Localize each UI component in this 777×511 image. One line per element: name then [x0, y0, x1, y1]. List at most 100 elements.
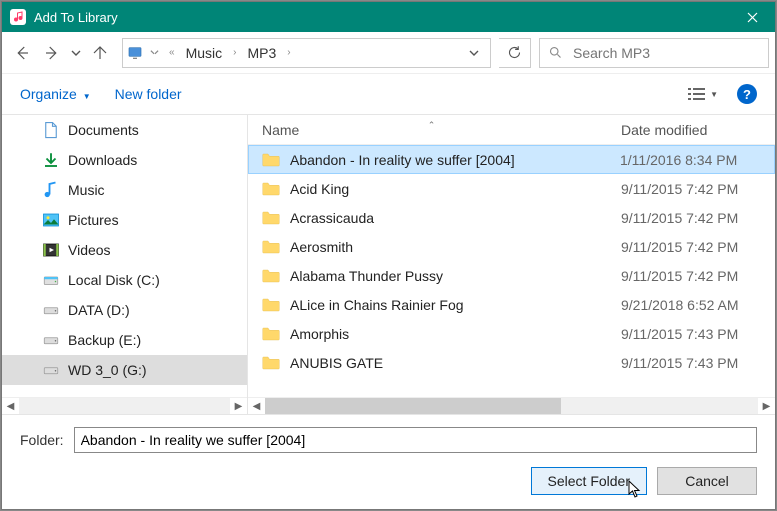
- tree-item-disk_g[interactable]: WD 3_0 (G:): [2, 355, 247, 385]
- tree-item-label: Pictures: [68, 212, 119, 228]
- tree-item-label: DATA (D:): [68, 302, 130, 318]
- tree-item-disk_e[interactable]: Backup (E:): [2, 325, 247, 355]
- tree-item-label: Backup (E:): [68, 332, 141, 348]
- organize-menu[interactable]: Organize ▼: [20, 86, 91, 102]
- file-row[interactable]: Acrassicauda9/11/2015 7:42 PM: [248, 203, 775, 232]
- file-date: 9/11/2015 7:43 PM: [615, 326, 775, 342]
- tree-item-label: Music: [68, 182, 105, 198]
- file-row[interactable]: Alabama Thunder Pussy9/11/2015 7:42 PM: [248, 261, 775, 290]
- up-button[interactable]: [86, 39, 114, 67]
- view-mode-button[interactable]: ▼: [683, 84, 723, 104]
- address-bar[interactable]: « Music › MP3 ›: [122, 38, 491, 68]
- column-name[interactable]: ⌃ Name: [248, 122, 615, 138]
- search-icon: [548, 45, 563, 60]
- pc-icon: [127, 45, 143, 61]
- file-name: Abandon - In reality we suffer [2004]: [290, 152, 614, 168]
- file-date: 1/11/2016 8:34 PM: [614, 152, 774, 168]
- file-name: Aerosmith: [290, 239, 615, 255]
- address-dropdown[interactable]: [462, 48, 486, 58]
- file-date: 9/11/2015 7:43 PM: [615, 355, 775, 371]
- chevron-right-icon[interactable]: ›: [230, 47, 239, 58]
- folder-input[interactable]: [74, 427, 757, 453]
- file-row[interactable]: Acid King9/11/2015 7:42 PM: [248, 174, 775, 203]
- list-header: ⌃ Name Date modified: [248, 115, 775, 145]
- tree-item-documents[interactable]: Documents: [2, 115, 247, 145]
- search-box[interactable]: [539, 38, 769, 68]
- toolbar: Organize ▼ New folder ▼ ?: [2, 74, 775, 114]
- cursor-icon: [628, 480, 642, 498]
- folder-icon: [262, 153, 290, 167]
- file-list: ⌃ Name Date modified Abandon - In realit…: [248, 115, 775, 414]
- file-row[interactable]: Aerosmith9/11/2015 7:42 PM: [248, 232, 775, 261]
- pic-icon: [42, 211, 60, 229]
- breadcrumb-music[interactable]: Music: [182, 43, 227, 63]
- file-name: ANUBIS GATE: [290, 355, 615, 371]
- file-row[interactable]: Abandon - In reality we suffer [2004]1/1…: [248, 145, 775, 174]
- window-title: Add To Library: [34, 10, 730, 25]
- close-button[interactable]: [730, 2, 775, 32]
- drive-icon: [42, 361, 60, 379]
- disk-icon: [42, 271, 60, 289]
- cancel-button[interactable]: Cancel: [657, 467, 757, 495]
- folder-icon: [262, 269, 290, 283]
- tree-item-disk_d[interactable]: DATA (D:): [2, 295, 247, 325]
- breadcrumb-mp3[interactable]: MP3: [243, 43, 280, 63]
- chevron-icon[interactable]: «: [166, 47, 178, 58]
- tree-item-videos[interactable]: Videos: [2, 235, 247, 265]
- sort-asc-icon: ⌃: [428, 120, 436, 131]
- folder-icon: [262, 298, 290, 312]
- vid-icon: [42, 241, 60, 259]
- file-name: Alabama Thunder Pussy: [290, 268, 615, 284]
- refresh-button[interactable]: [499, 38, 531, 68]
- nav-tree: Documents Downloads Music Pictures Videos Loc…: [2, 115, 247, 414]
- tree-item-label: Local Disk (C:): [68, 272, 160, 288]
- app-icon: [10, 9, 26, 25]
- file-name: Acid King: [290, 181, 615, 197]
- tree-item-downloads[interactable]: Downloads: [2, 145, 247, 175]
- tree-item-label: Downloads: [68, 152, 137, 168]
- down-icon: [42, 151, 60, 169]
- dialog-footer: Folder: Select Folder Cancel: [2, 414, 775, 509]
- file-date: 9/11/2015 7:42 PM: [615, 268, 775, 284]
- forward-button[interactable]: [38, 39, 66, 67]
- folder-icon: [262, 356, 290, 370]
- chevron-icon[interactable]: [147, 48, 162, 57]
- help-button[interactable]: ?: [737, 84, 757, 104]
- file-date: 9/21/2018 6:52 AM: [615, 297, 775, 313]
- chevron-right-icon[interactable]: ›: [284, 47, 293, 58]
- history-dropdown[interactable]: [68, 39, 84, 67]
- doc-icon: [42, 121, 60, 139]
- folder-icon: [262, 327, 290, 341]
- tree-item-label: Videos: [68, 242, 111, 258]
- drive-icon: [42, 301, 60, 319]
- folder-label: Folder:: [20, 432, 64, 448]
- button-row: Select Folder Cancel: [20, 467, 757, 495]
- tree-scrollbar[interactable]: ◀▶: [2, 397, 247, 414]
- title-bar: Add To Library: [2, 2, 775, 32]
- folder-icon: [262, 240, 290, 254]
- folder-icon: [262, 211, 290, 225]
- list-scrollbar[interactable]: ◀▶: [248, 397, 775, 414]
- dialog-window: Add To Library « Music › MP3: [1, 1, 776, 510]
- new-folder-button[interactable]: New folder: [115, 86, 182, 102]
- file-date: 9/11/2015 7:42 PM: [615, 239, 775, 255]
- column-date[interactable]: Date modified: [615, 122, 775, 138]
- tree-item-disk_c[interactable]: Local Disk (C:): [2, 265, 247, 295]
- file-row[interactable]: ALice in Chains Rainier Fog9/21/2018 6:5…: [248, 290, 775, 319]
- folder-row: Folder:: [20, 427, 757, 453]
- file-row[interactable]: Amorphis9/11/2015 7:43 PM: [248, 319, 775, 348]
- drive-icon: [42, 331, 60, 349]
- back-button[interactable]: [8, 39, 36, 67]
- search-input[interactable]: [571, 44, 760, 62]
- file-date: 9/11/2015 7:42 PM: [615, 210, 775, 226]
- tree-item-pictures[interactable]: Pictures: [2, 205, 247, 235]
- file-row[interactable]: ANUBIS GATE9/11/2015 7:43 PM: [248, 348, 775, 377]
- music-icon: [42, 181, 60, 199]
- dialog-body: Documents Downloads Music Pictures Videos Loc…: [2, 114, 775, 414]
- nav-bar: « Music › MP3 ›: [2, 32, 775, 74]
- tree-item-music[interactable]: Music: [2, 175, 247, 205]
- file-name: ALice in Chains Rainier Fog: [290, 297, 615, 313]
- select-folder-button[interactable]: Select Folder: [531, 467, 647, 495]
- file-date: 9/11/2015 7:42 PM: [615, 181, 775, 197]
- file-name: Acrassicauda: [290, 210, 615, 226]
